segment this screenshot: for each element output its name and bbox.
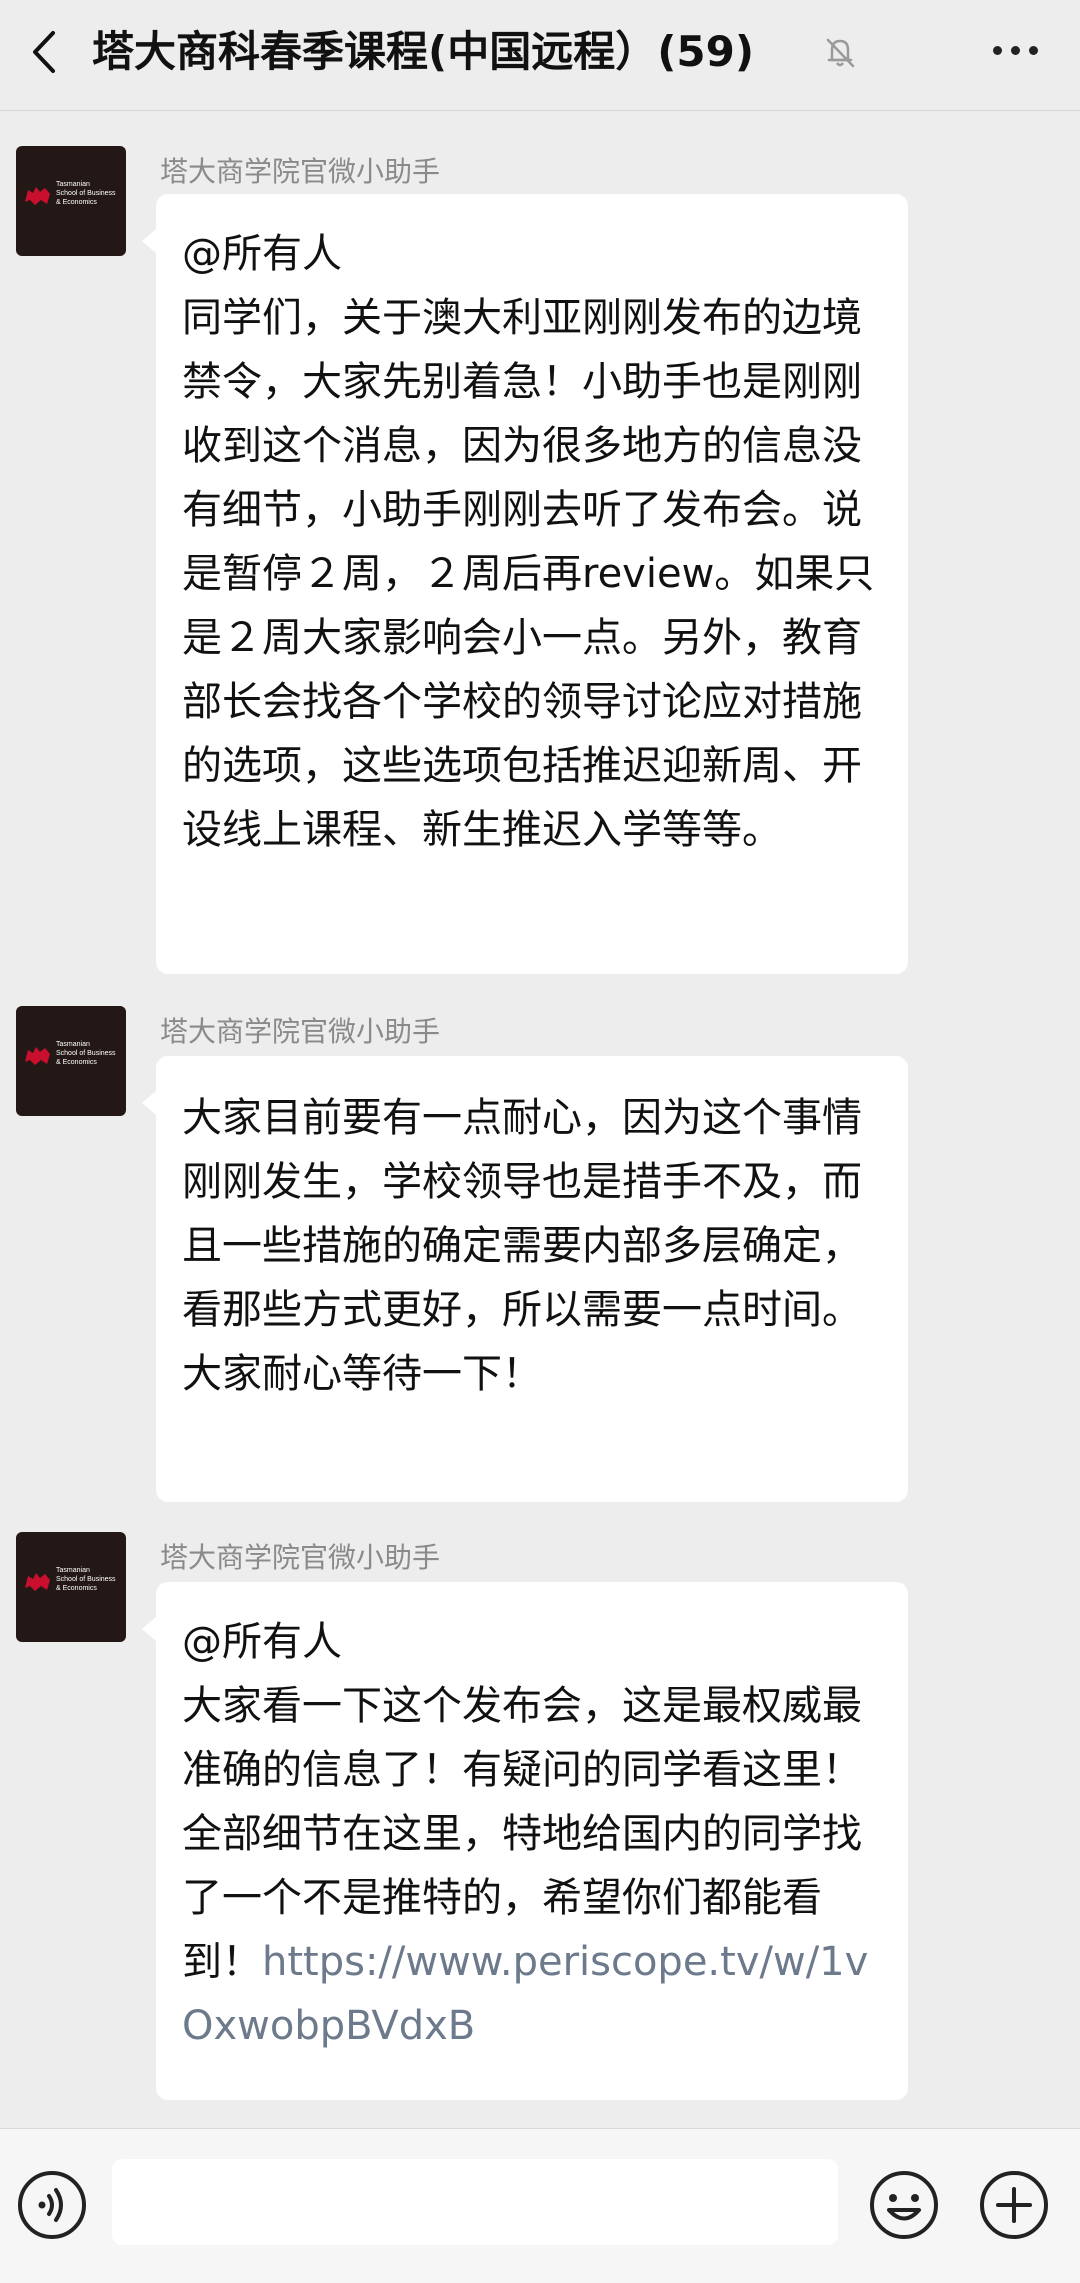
message-bubble[interactable]: @所有人 大家看一下这个发布会，这是最权威最准确的信息了！有疑问的同学看这里！全… — [142, 1582, 908, 2100]
message-text: @所有人 同学们，关于澳大利亚刚刚发布的边境禁令，大家先别着急！小助手也是刚刚收… — [182, 231, 875, 853]
avatar[interactable]: Tasmanian School of Business & Economics — [16, 1006, 126, 1116]
chat-title: 塔大商科春季课程(中国远程）(59) — [92, 27, 755, 76]
avatar[interactable]: Tasmanian School of Business & Economics — [16, 1532, 126, 1642]
message-link[interactable]: https://www.periscope.tv/w/1vOxwobpBVdxB — [182, 1939, 868, 2049]
more-options-button[interactable] — [970, 18, 1060, 82]
input-toolbar — [0, 2128, 1080, 2283]
message-input[interactable] — [112, 2159, 838, 2245]
message-bubble[interactable]: 大家目前要有一点耐心，因为这个事情刚刚发生，学校领导也是措手不及，而且一些措施的… — [142, 1056, 908, 1502]
lion-logo-icon — [25, 187, 50, 205]
school-logo-text: Tasmanian School of Business & Economics — [56, 181, 116, 206]
chat-header: 塔大商科春季课程(中国远程）(59) — [0, 0, 1080, 111]
emoji-icon[interactable] — [864, 2165, 944, 2245]
lion-logo-icon — [25, 1573, 50, 1591]
voice-icon[interactable] — [12, 2165, 92, 2245]
sender-name: 塔大商学院官微小助手 — [160, 1541, 441, 1574]
avatar[interactable]: Tasmanian School of Business & Economics — [16, 146, 126, 256]
message-bubble[interactable]: @所有人 同学们，关于澳大利亚刚刚发布的边境禁令，大家先别着急！小助手也是刚刚收… — [142, 194, 908, 974]
sender-name: 塔大商学院官微小助手 — [160, 155, 441, 188]
school-logo-text: Tasmanian School of Business & Economics — [56, 1041, 116, 1066]
message-text: @所有人 大家看一下这个发布会，这是最权威最准确的信息了！有疑问的同学看这里！全… — [182, 1619, 869, 2049]
back-button[interactable] — [14, 20, 74, 84]
chevron-left-icon — [33, 31, 55, 73]
lion-logo-icon — [25, 1047, 50, 1065]
plus-circle-icon[interactable] — [974, 2165, 1054, 2245]
ellipsis-icon — [992, 45, 1002, 55]
bell-off-icon — [826, 38, 855, 68]
message-text: 大家目前要有一点耐心，因为这个事情刚刚发生，学校领导也是措手不及，而且一些措施的… — [182, 1095, 862, 1397]
school-logo-text: Tasmanian School of Business & Economics — [56, 1567, 116, 1592]
sender-name: 塔大商学院官微小助手 — [160, 1015, 441, 1048]
